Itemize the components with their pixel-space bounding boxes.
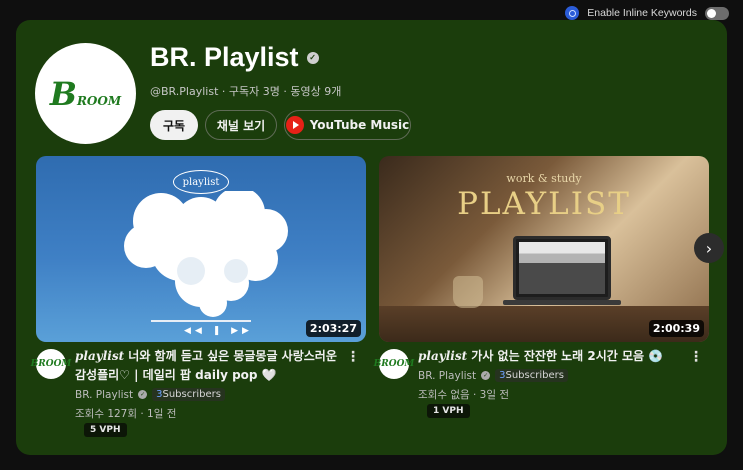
channel-logo: BROOM	[49, 74, 122, 113]
video-channel-avatar[interactable]: BROOM	[374, 349, 414, 379]
video-title[interactable]: playlist 가사 없는 잔잔한 노래 2시간 모음 💿	[418, 347, 688, 366]
channel-meta: @BR.Playlist · 구독자 3명 · 동영상 9개	[150, 85, 342, 98]
video-channel-name[interactable]: BR. Playlist	[418, 370, 476, 382]
thumbnail-title: PLAYLIST	[457, 186, 631, 222]
video-thumbnail-1[interactable]: playlist ◀◀ ❚ ▶▶ 2:03:27	[36, 156, 366, 342]
channel-title[interactable]: BR. Playlist ✓	[150, 42, 319, 73]
verified-check-icon: ✓	[481, 371, 491, 380]
video-duration: 2:00:39	[648, 320, 704, 337]
subscribe-button[interactable]: 구독	[150, 110, 198, 140]
video-channel-name[interactable]: BR. Playlist	[75, 389, 133, 401]
subscribers-badge: 3Subscribers	[495, 369, 568, 382]
verified-check-icon: ✓	[138, 390, 148, 399]
toggle-knob	[707, 8, 716, 18]
chevron-right-icon[interactable]: ›	[694, 233, 724, 263]
verified-check-icon: ✓	[306, 51, 319, 64]
view-channel-button[interactable]: 채널 보기	[205, 110, 277, 140]
youtube-music-button[interactable]: YouTube Music	[284, 110, 411, 140]
thumbnail-subtitle: work & study	[506, 172, 582, 185]
video-channel-avatar[interactable]: BROOM	[31, 349, 71, 379]
vph-badge: 1 VPH	[427, 404, 470, 418]
laptop-image	[513, 236, 611, 300]
thumbnail-player-controls: ◀◀ ❚ ▶▶	[184, 326, 253, 336]
thumbnail-progress-line	[151, 320, 251, 322]
video-stats: 조회수 없음 · 3일 전	[418, 389, 509, 401]
video-duration: 2:03:27	[305, 320, 361, 337]
channel-name-text: BR. Playlist	[150, 42, 299, 72]
vase-image	[453, 276, 483, 308]
video-title[interactable]: playlist 너와 함께 듣고 싶은 몽글몽글 사랑스러운 감성플리♡ | …	[75, 347, 345, 385]
more-vert-icon[interactable]: ⋮	[346, 349, 360, 365]
channel-avatar[interactable]: BROOM	[35, 43, 136, 144]
video-stats: 조회수 127회 · 1일 전	[75, 408, 177, 420]
youtube-music-icon	[285, 116, 304, 134]
inline-keywords-label: Enable Inline Keywords	[587, 7, 697, 19]
inline-keywords-toggle[interactable]	[705, 6, 729, 20]
extension-icon[interactable]	[565, 6, 580, 20]
video-channel-line: BR. Playlist ✓ 3Subscribers	[418, 369, 568, 382]
channel-card: BROOM BR. Playlist ✓ @BR.Playlist · 구독자 …	[16, 20, 727, 455]
video-thumbnail-2[interactable]: work & study PLAYLIST 2:00:39	[379, 156, 709, 342]
vph-badge: 5 VPH	[84, 423, 127, 437]
youtube-music-label: YouTube Music	[309, 118, 410, 132]
laptop-base	[503, 300, 621, 305]
video-channel-line: BR. Playlist ✓ 3Subscribers	[75, 388, 225, 401]
heart-cloud-image	[124, 191, 288, 317]
more-vert-icon[interactable]: ⋮	[689, 349, 703, 365]
subscribers-badge: 3Subscribers	[152, 388, 225, 401]
